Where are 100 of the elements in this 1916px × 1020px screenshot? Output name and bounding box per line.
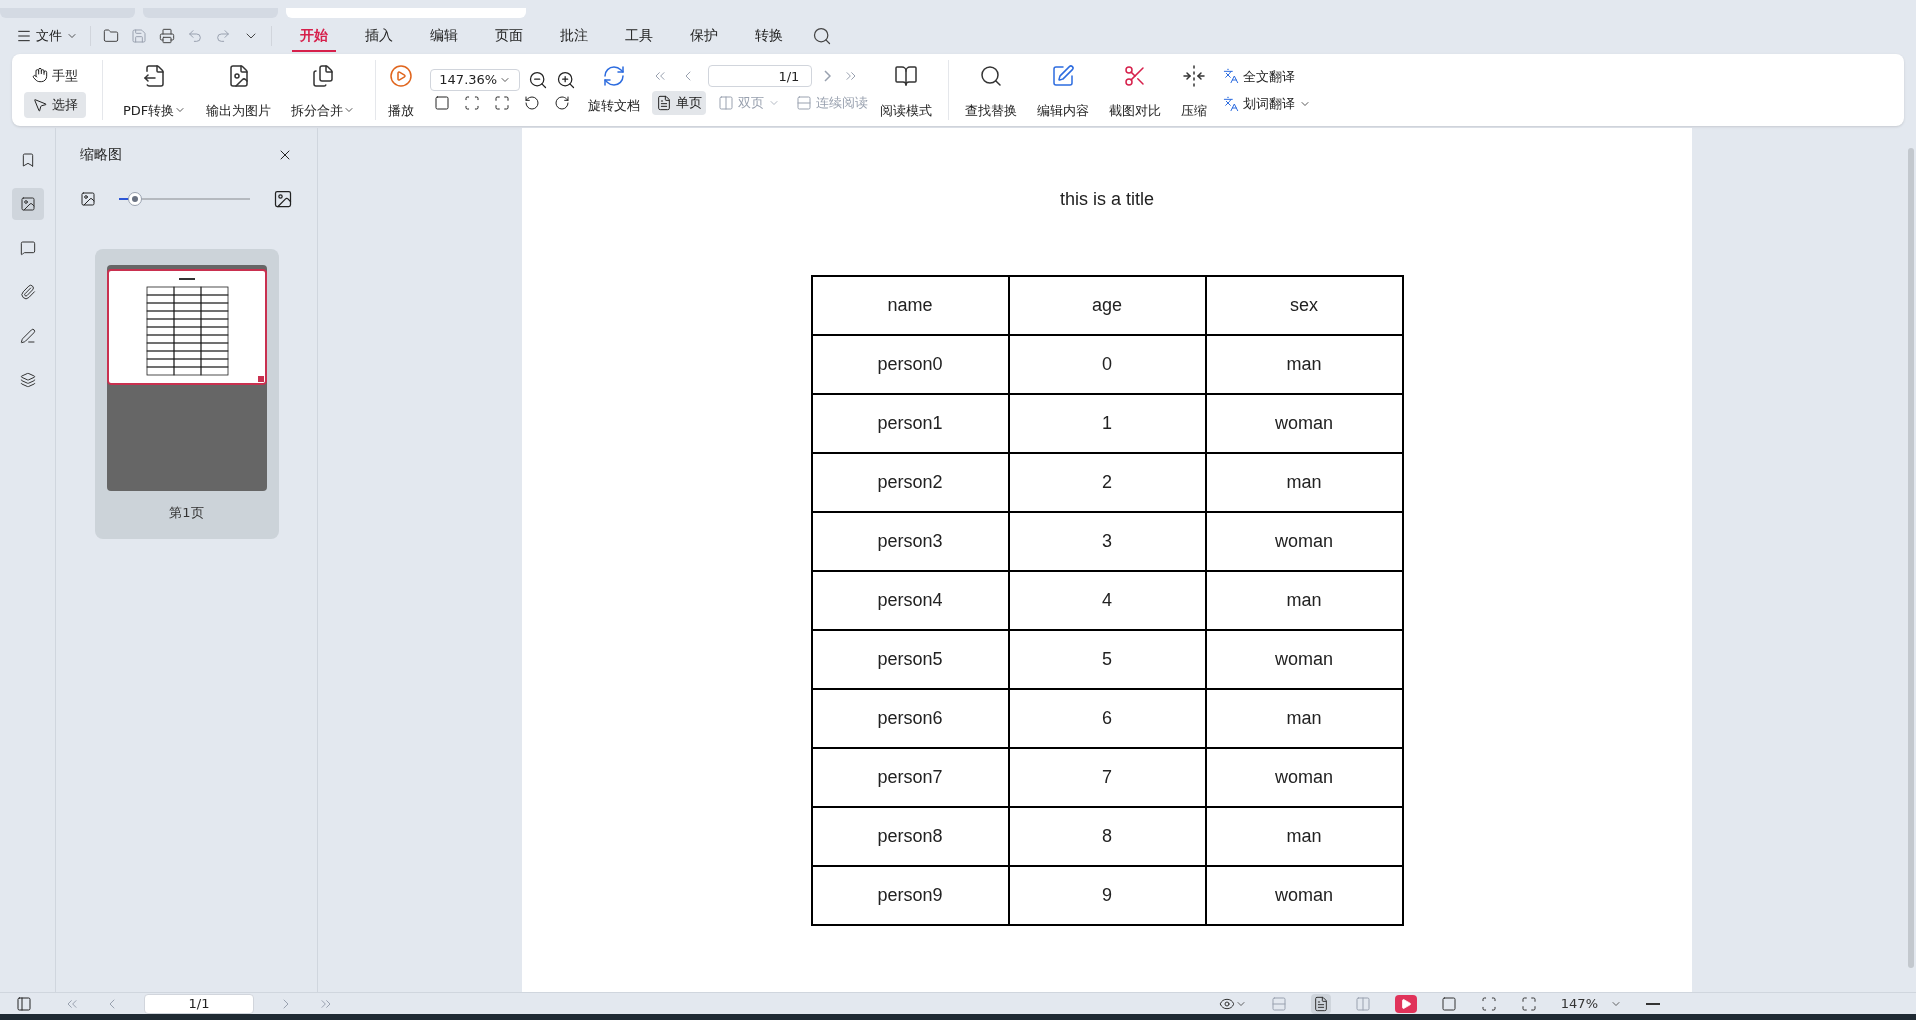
table-cell: 5 — [1008, 630, 1206, 689]
book-icon — [894, 64, 919, 88]
comment-icon — [19, 240, 36, 256]
rotate-label: 旋转文档 — [588, 97, 641, 116]
table-cell: 9 — [1008, 866, 1206, 925]
zoom-level[interactable]: 147% — [1560, 993, 1622, 1014]
rotate-left-icon — [524, 95, 541, 111]
mode-button[interactable]: 选择 — [24, 92, 86, 118]
toolbar-button[interactable]: 截图对比 — [1101, 60, 1170, 120]
compress-icon — [1182, 64, 1207, 88]
actual-size-icon — [1440, 995, 1457, 1012]
redo-icon — [215, 28, 231, 44]
zoom-in-icon — [556, 70, 577, 90]
hand-icon — [32, 67, 48, 84]
column-header: age — [1008, 276, 1206, 335]
table-cell: person2 — [811, 453, 1009, 512]
layers-icon — [19, 372, 36, 388]
column-header: name — [811, 276, 1009, 335]
table-cell: woman — [1205, 630, 1403, 689]
panel-icon — [16, 995, 32, 1012]
single-page-button[interactable] — [1310, 993, 1331, 1014]
fit-page-icon — [464, 95, 481, 111]
menu-tab[interactable]: 批注 — [552, 20, 596, 52]
reading-mode-button[interactable]: 阅读模式 — [872, 60, 941, 120]
edit-icon — [1051, 64, 1076, 88]
mode-button[interactable]: 手型 — [24, 62, 86, 88]
toolbar-button[interactable]: 输出为图片 — [198, 60, 280, 120]
double-page-icon — [718, 95, 735, 111]
rotate-icon — [602, 64, 627, 89]
sidebar-toggle[interactable] — [16, 995, 32, 1012]
file-menu[interactable]: 文件 — [16, 26, 78, 46]
page-thumbnail[interactable]: 第1页 — [94, 249, 279, 539]
toolbar-button[interactable]: 拆分合并 — [283, 60, 364, 120]
large-image-icon — [273, 189, 293, 209]
play-icon — [1399, 997, 1412, 1010]
single-page-icon — [1312, 995, 1329, 1012]
double-page-icon — [1354, 995, 1371, 1012]
menu-tab[interactable]: 编辑 — [422, 20, 466, 52]
view-button[interactable]: 单页 — [652, 91, 707, 115]
table-cell: 3 — [1008, 512, 1206, 571]
page-field[interactable]: 1/1 — [708, 65, 813, 88]
play-icon — [389, 64, 414, 88]
toolbar-button[interactable]: 编辑内容 — [1029, 60, 1098, 120]
menu-tab[interactable]: 插入 — [357, 20, 401, 52]
play-button[interactable]: 播放 — [380, 60, 423, 120]
attachment-icon — [19, 284, 36, 300]
zoom-out-icon — [1646, 1002, 1660, 1005]
table-cell: 8 — [1008, 807, 1206, 866]
table-cell: person1 — [811, 394, 1009, 453]
table-cell: 6 — [1008, 689, 1206, 748]
table-cell: man — [1205, 571, 1403, 630]
zoom-select[interactable]: 147.36% — [430, 69, 521, 91]
search-icon — [979, 64, 1004, 88]
folder-icon — [103, 28, 119, 44]
table-cell: person5 — [811, 630, 1009, 689]
table-cell: 0 — [1008, 335, 1206, 394]
slider-thumb[interactable] — [127, 192, 142, 206]
column-header: sex — [1205, 276, 1403, 335]
translate-icon — [1223, 68, 1240, 85]
table-cell: woman — [1205, 748, 1403, 807]
sign-icon — [19, 328, 36, 344]
translate-icon — [1223, 95, 1240, 112]
sidebar-tab[interactable] — [11, 188, 44, 220]
menu-icon — [16, 28, 32, 44]
translate-button[interactable]: 全文翻译 — [1223, 66, 1312, 86]
table-cell: man — [1205, 453, 1403, 512]
actual-size-icon — [434, 95, 451, 111]
toolbar-button[interactable]: PDF转换 — [115, 60, 195, 120]
search-icon — [812, 26, 832, 46]
play-button[interactable] — [1394, 994, 1417, 1013]
rotate-right-icon — [554, 95, 571, 111]
scrollbar[interactable] — [1908, 148, 1914, 968]
fit-page-icon — [1480, 995, 1497, 1012]
next-page-icon — [824, 70, 832, 83]
files-icon — [311, 64, 336, 88]
menu-tab[interactable]: 页面 — [487, 20, 531, 52]
menu-tab[interactable]: 开始 — [292, 20, 336, 52]
table-cell: 1 — [1008, 394, 1206, 453]
table-cell: person9 — [811, 866, 1009, 925]
toolbar-button[interactable]: 压缩 — [1173, 60, 1216, 120]
table-cell: person7 — [811, 748, 1009, 807]
table-cell: 4 — [1008, 571, 1206, 630]
menu-tab[interactable]: 工具 — [617, 20, 661, 52]
fit-width-icon — [1520, 995, 1537, 1012]
page-field[interactable]: 1/1 — [144, 993, 254, 1014]
small-image-icon — [80, 191, 96, 207]
continuous-icon — [1270, 995, 1287, 1012]
table-cell: 7 — [1008, 748, 1206, 807]
menu-tab[interactable]: 转换 — [747, 20, 791, 52]
document-title: this is a title — [1059, 188, 1154, 211]
table-cell: person4 — [811, 571, 1009, 630]
table-cell: woman — [1205, 866, 1403, 925]
undo-icon — [187, 28, 203, 44]
table-cell: person0 — [811, 335, 1009, 394]
toolbar-button[interactable]: 查找替换 — [957, 60, 1026, 120]
single-page-icon — [656, 95, 673, 111]
table-cell: man — [1205, 335, 1403, 394]
translate-button[interactable]: 划词翻译 — [1223, 94, 1312, 114]
menu-tab[interactable]: 保护 — [682, 20, 726, 52]
zoom-out-icon — [528, 70, 549, 90]
